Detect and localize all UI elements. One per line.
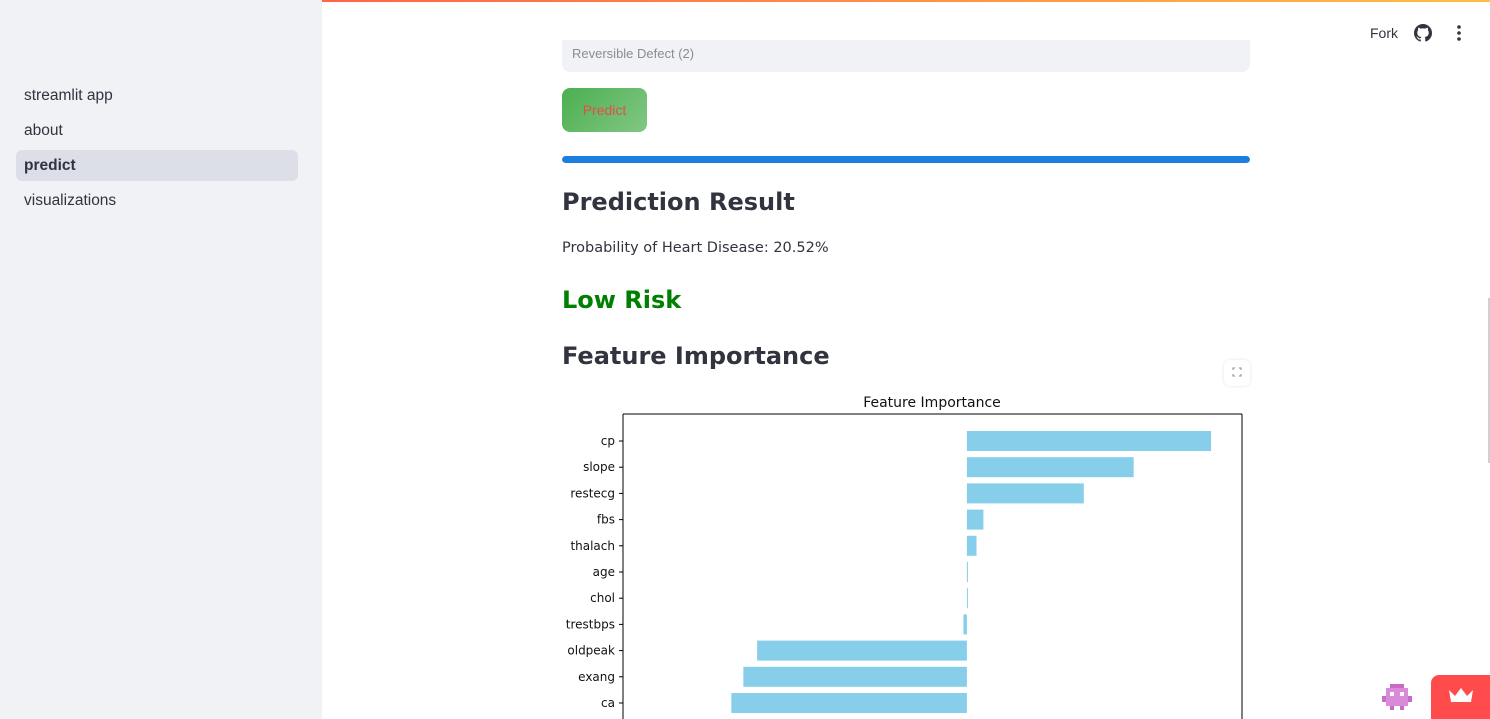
thal-select[interactable]: Reversible Defect (2): [562, 40, 1250, 72]
prediction-result-heading: Prediction Result: [562, 188, 795, 216]
chart-title: Feature Importance: [863, 395, 1001, 411]
feature-importance-chart: Feature Importance cp slope restecg fbs thal…: [566, 395, 1243, 719]
predict-button[interactable]: Predict: [562, 88, 647, 132]
select-value: Reversible Defect (2): [572, 46, 695, 61]
y-tick-label: ca: [601, 696, 615, 710]
sidebar-item-streamlit-app[interactable]: streamlit app: [16, 80, 298, 111]
bar-cp: [966, 431, 1212, 451]
bar-chol: [966, 588, 968, 609]
feature-importance-heading: Feature Importance: [562, 342, 830, 370]
bar-ca: [731, 693, 967, 713]
bar-exang: [743, 666, 967, 687]
y-tick-label: exang: [578, 670, 615, 684]
probability-text: Probability of Heart Disease: 20.52%: [562, 240, 829, 256]
y-tick-label: age: [593, 565, 615, 579]
sidebar-item-about[interactable]: about: [16, 115, 298, 146]
fork-link[interactable]: Fork: [1370, 25, 1398, 41]
y-tick-label: cp: [601, 434, 615, 448]
risk-label: Low Risk: [562, 286, 682, 314]
bar-slope: [966, 457, 1134, 478]
header-toolbar: Fork: [1370, 22, 1470, 44]
bar-oldpeak: [757, 640, 967, 661]
y-tick-label: slope: [583, 460, 615, 474]
github-icon[interactable]: [1412, 22, 1434, 44]
bar-age: [966, 562, 968, 582]
bars-group: cp slope restecg fbs thalach age chol trestbps o…: [566, 431, 1212, 713]
sidebar: streamlit app about predict visualizatio…: [0, 0, 322, 719]
progress-bar-fill: [562, 156, 1250, 163]
bar-fbs: [966, 509, 984, 530]
y-tick-label: fbs: [597, 513, 615, 527]
bar-thalach: [966, 535, 977, 556]
y-tick-label: restecg: [570, 486, 615, 500]
y-tick-label: oldpeak: [567, 644, 615, 658]
sidebar-item-predict[interactable]: predict: [16, 150, 298, 181]
sidebar-item-label: predict: [24, 156, 76, 174]
sidebar-item-label: about: [24, 121, 63, 139]
sidebar-item-label: streamlit app: [24, 86, 113, 104]
sidebar-nav: streamlit app about predict visualizatio…: [16, 80, 298, 220]
crown-icon: [1448, 687, 1474, 708]
bar-trestbps: [963, 614, 967, 635]
y-tick-label: thalach: [570, 539, 615, 553]
pixel-avatar-icon[interactable]: [1380, 680, 1414, 714]
streamlit-cloud-button[interactable]: [1431, 675, 1490, 719]
sidebar-item-label: visualizations: [24, 191, 117, 209]
y-tick-label: chol: [590, 591, 615, 605]
expand-icon: [1232, 364, 1242, 382]
fullscreen-button[interactable]: [1224, 360, 1250, 386]
kebab-menu-icon[interactable]: [1448, 22, 1470, 44]
sidebar-item-visualizations[interactable]: visualizations: [16, 185, 298, 216]
bar-restecg: [966, 483, 1084, 504]
y-tick-label: trestbps: [566, 617, 615, 631]
progress-bar: [562, 156, 1250, 163]
